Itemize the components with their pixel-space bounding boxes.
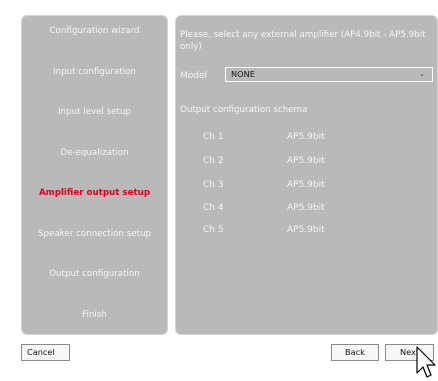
channel-amplifier: AP5.9bit <box>287 156 325 166</box>
channel-amplifier: AP5.9bit <box>287 180 325 190</box>
output-schema-title: Output configuration schema <box>180 105 308 115</box>
step-input-configuration[interactable]: Input configuration <box>22 66 167 78</box>
channel-row: Ch 3 AP5.9bit <box>203 180 403 192</box>
step-configuration-wizard[interactable]: Configuration wizard <box>22 25 167 37</box>
model-label: Model <box>180 71 208 81</box>
amplifier-prompt: Please, select any external amplifier (A… <box>180 30 426 52</box>
channel-amplifier: AP5.9bit <box>287 203 325 213</box>
channel-row: Ch 5 AP5.9bit <box>203 225 403 237</box>
cancel-button[interactable]: Cancel <box>21 344 70 361</box>
wizard-window: Configuration wizard Input configuration… <box>0 0 438 381</box>
step-amplifier-output-setup[interactable]: Amplifier output setup <box>22 187 167 199</box>
model-select-value: NONE <box>231 69 255 79</box>
model-select[interactable]: NONE ⌄ <box>225 67 433 82</box>
channel-amplifier: AP5.9bit <box>287 132 325 142</box>
channel-row: Ch 2 AP5.9bit <box>203 156 403 168</box>
channel-name: Ch 3 <box>203 180 224 190</box>
channel-name: Ch 5 <box>203 225 224 235</box>
step-de-equalization[interactable]: De-equalization <box>22 147 167 159</box>
channel-name: Ch 2 <box>203 156 224 166</box>
step-output-configuration[interactable]: Output configuration <box>22 268 167 280</box>
step-speaker-connection-setup[interactable]: Speaker connection setup <box>22 228 167 240</box>
channel-amplifier: AP5.9bit <box>287 225 325 235</box>
channel-name: Ch 1 <box>203 132 224 142</box>
mouse-pointer-icon <box>416 346 436 378</box>
chevron-down-icon: ⌄ <box>419 70 425 78</box>
step-finish[interactable]: Finish <box>22 309 167 321</box>
channel-row: Ch 4 AP5.9bit <box>203 203 403 215</box>
amplifier-setup-panel: Please, select any external amplifier (A… <box>175 15 438 335</box>
back-button[interactable]: Back <box>331 344 379 361</box>
wizard-steps-panel: Configuration wizard Input configuration… <box>21 15 168 335</box>
channel-name: Ch 4 <box>203 203 224 213</box>
channel-row: Ch 1 AP5.9bit <box>203 132 403 144</box>
step-input-level-setup[interactable]: Input level setup <box>22 106 167 118</box>
